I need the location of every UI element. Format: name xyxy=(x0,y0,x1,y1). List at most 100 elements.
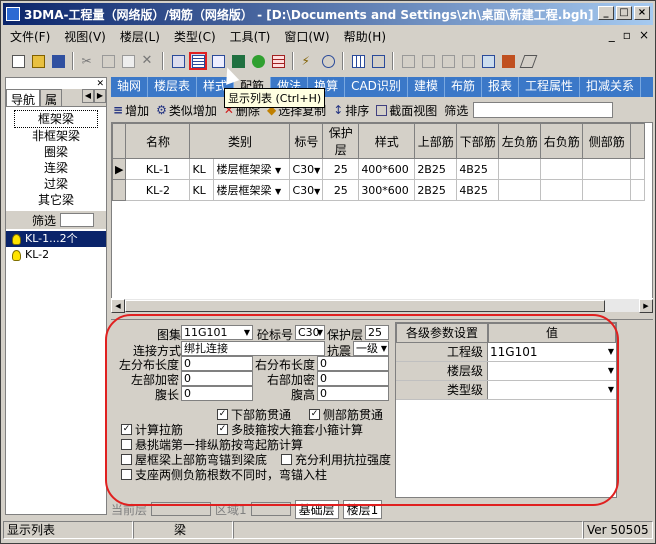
section-view-button[interactable]: 截面视图 xyxy=(374,102,439,119)
new-file-icon[interactable] xyxy=(9,52,27,70)
cover-input[interactable]: 25 xyxy=(365,325,389,340)
menu-help[interactable]: 帮助(H) xyxy=(337,28,393,45)
web-length-input[interactable]: 0 xyxy=(181,386,253,401)
panel-close-icon[interactable]: ✕ xyxy=(96,79,104,89)
tool-a-icon[interactable] xyxy=(399,52,417,70)
zone-dropdown[interactable] xyxy=(250,502,291,516)
turtle-icon[interactable] xyxy=(249,52,267,70)
scroll-left-icon[interactable]: ◀ xyxy=(111,299,125,313)
atlas-select[interactable]: 11G101 ▼ xyxy=(181,325,253,340)
nav-filter-input[interactable] xyxy=(60,213,95,227)
tool-c-icon[interactable] xyxy=(439,52,457,70)
tab-attributes[interactable]: 属 xyxy=(40,89,63,107)
nav-item-lintel[interactable]: 过梁 xyxy=(6,176,106,192)
layer-icon[interactable] xyxy=(369,52,387,70)
tab-axis-grid[interactable]: 轴网 xyxy=(111,77,149,97)
zone-select[interactable]: 区域1 xyxy=(215,501,247,518)
table-row[interactable]: ▶ KL-1 KL 楼层框架梁 ▼ C30▼ 25 400*600 2B25 4… xyxy=(112,158,646,180)
sort-button[interactable]: ↕ 排序 xyxy=(331,102,371,119)
support-neg-bar-checkbox[interactable]: 支座两侧负筋根数不同时，弯锚入柱 xyxy=(121,466,327,483)
paste-icon[interactable] xyxy=(119,52,137,70)
col-top-bar[interactable]: 上部筋 xyxy=(414,123,458,159)
chevron-down-icon[interactable]: ▼ xyxy=(608,381,614,399)
minimize-button[interactable]: _ xyxy=(598,6,614,20)
grid-icon[interactable] xyxy=(349,52,367,70)
tab-foundation-floor[interactable]: 基础层 xyxy=(294,499,339,519)
col-style[interactable]: 样式 xyxy=(358,123,416,159)
add-button[interactable]: ≡ 增加 xyxy=(111,102,151,119)
col-grade[interactable]: 标号 xyxy=(289,123,324,159)
col-bottom-bar[interactable]: 下部筋 xyxy=(456,123,500,159)
open-folder-icon[interactable] xyxy=(29,52,47,70)
floor-select[interactable] xyxy=(151,502,212,516)
tab-report[interactable]: 报表 xyxy=(482,77,519,97)
web-height-input[interactable]: 0 xyxy=(317,386,389,401)
tab-modeling[interactable]: 建模 xyxy=(408,77,445,97)
nav-item-coupling-beam[interactable]: 连梁 xyxy=(6,160,106,176)
left-dense-input[interactable]: 0 xyxy=(181,371,253,386)
right-dist-input[interactable]: 0 xyxy=(317,356,389,371)
nav-item-other-beam[interactable]: 其它梁 xyxy=(6,192,106,208)
menu-tools[interactable]: 工具(T) xyxy=(223,28,278,45)
brick-icon[interactable] xyxy=(499,52,517,70)
find-icon[interactable] xyxy=(319,52,337,70)
menu-type[interactable]: 类型(C) xyxy=(167,28,223,45)
menu-window[interactable]: 窗口(W) xyxy=(277,28,336,45)
right-dense-input[interactable]: 0 xyxy=(317,371,389,386)
tab-floor-table[interactable]: 楼层表 xyxy=(148,77,198,97)
chevron-down-icon[interactable]: ▼ xyxy=(275,187,281,196)
tree-item-kl2[interactable]: KL-2 xyxy=(6,247,106,263)
chevron-down-icon[interactable]: ▼ xyxy=(314,187,320,196)
element-list-icon[interactable] xyxy=(169,52,187,70)
tool-d-icon[interactable] xyxy=(459,52,477,70)
close-button[interactable]: × xyxy=(634,6,650,20)
scroll-thumb[interactable] xyxy=(125,300,605,312)
wand-icon[interactable]: ⚡ xyxy=(299,52,317,70)
menu-floor[interactable]: 楼层(L) xyxy=(113,28,167,45)
chevron-down-icon[interactable]: ▼ xyxy=(608,343,614,361)
table-row[interactable]: 楼层级 ▼ xyxy=(396,362,616,381)
mdi-close[interactable]: × xyxy=(639,28,649,42)
eraser-icon[interactable] xyxy=(519,52,537,70)
tab-cad-recognition[interactable]: CAD识别 xyxy=(345,77,408,97)
mdi-restore[interactable]: ▫ xyxy=(623,28,631,42)
scroll-right-icon[interactable]: ▶ xyxy=(639,299,653,313)
delete-icon[interactable]: ✕ xyxy=(139,52,157,70)
connection-input[interactable]: 绑扎连接 xyxy=(181,341,325,356)
col-cover[interactable]: 保护层 xyxy=(322,123,360,159)
grid-filter-input[interactable] xyxy=(473,102,614,118)
col-category[interactable]: 类别 xyxy=(189,123,291,159)
table-row[interactable]: KL-2 KL 楼层框架梁 ▼ C30▼ 25 300*600 2B25 4B2… xyxy=(112,179,646,201)
tab-rebar-layout[interactable]: 布筋 xyxy=(445,77,482,97)
nav-item-nonframe-beam[interactable]: 非框架梁 xyxy=(6,128,106,144)
mdi-minimize[interactable]: _ xyxy=(609,28,615,42)
table-row[interactable]: 工程级 11G101 ▼ xyxy=(396,343,616,362)
chevron-down-icon[interactable]: ▼ xyxy=(608,362,614,380)
col-side-bar[interactable]: 侧部筋 xyxy=(582,123,632,159)
left-dist-input[interactable]: 0 xyxy=(181,356,253,371)
similar-add-button[interactable]: ⚙ 类似增加 xyxy=(154,102,219,119)
horizontal-scrollbar[interactable]: ◀ ▶ xyxy=(111,298,653,313)
tab-right-arrow-icon[interactable]: ▶ xyxy=(94,89,106,103)
layout-icon[interactable] xyxy=(479,52,497,70)
col-left-neg-bar[interactable]: 左负筋 xyxy=(498,123,542,159)
cut-icon[interactable]: ✂ xyxy=(79,52,97,70)
nav-item-ring-beam[interactable]: 圈梁 xyxy=(6,144,106,160)
seismic-select[interactable]: 一级 ▼ xyxy=(353,341,389,356)
chevron-down-icon[interactable]: ▼ xyxy=(314,166,320,175)
table-row[interactable]: 类型级 ▼ xyxy=(396,381,616,400)
menu-file[interactable]: 文件(F) xyxy=(3,28,57,45)
copy-icon[interactable] xyxy=(99,52,117,70)
col-name[interactable]: 名称 xyxy=(125,123,191,159)
tab-project-attr[interactable]: 工程属性 xyxy=(519,77,580,97)
menu-view[interactable]: 视图(V) xyxy=(57,28,113,45)
tool-b-icon[interactable] xyxy=(419,52,437,70)
save-icon[interactable] xyxy=(49,52,67,70)
tab-deduction[interactable]: 扣减关系 xyxy=(580,77,642,97)
nav-item-frame-beam[interactable]: 框架梁 xyxy=(14,110,98,128)
maximize-button[interactable]: □ xyxy=(616,6,632,20)
tab-navigation[interactable]: 导航 xyxy=(6,89,41,107)
col-right-neg-bar[interactable]: 右负筋 xyxy=(540,123,584,159)
grade-select[interactable]: C30 ▼ xyxy=(295,325,325,340)
tree-item-kl1[interactable]: KL-1...2个 xyxy=(6,231,106,247)
